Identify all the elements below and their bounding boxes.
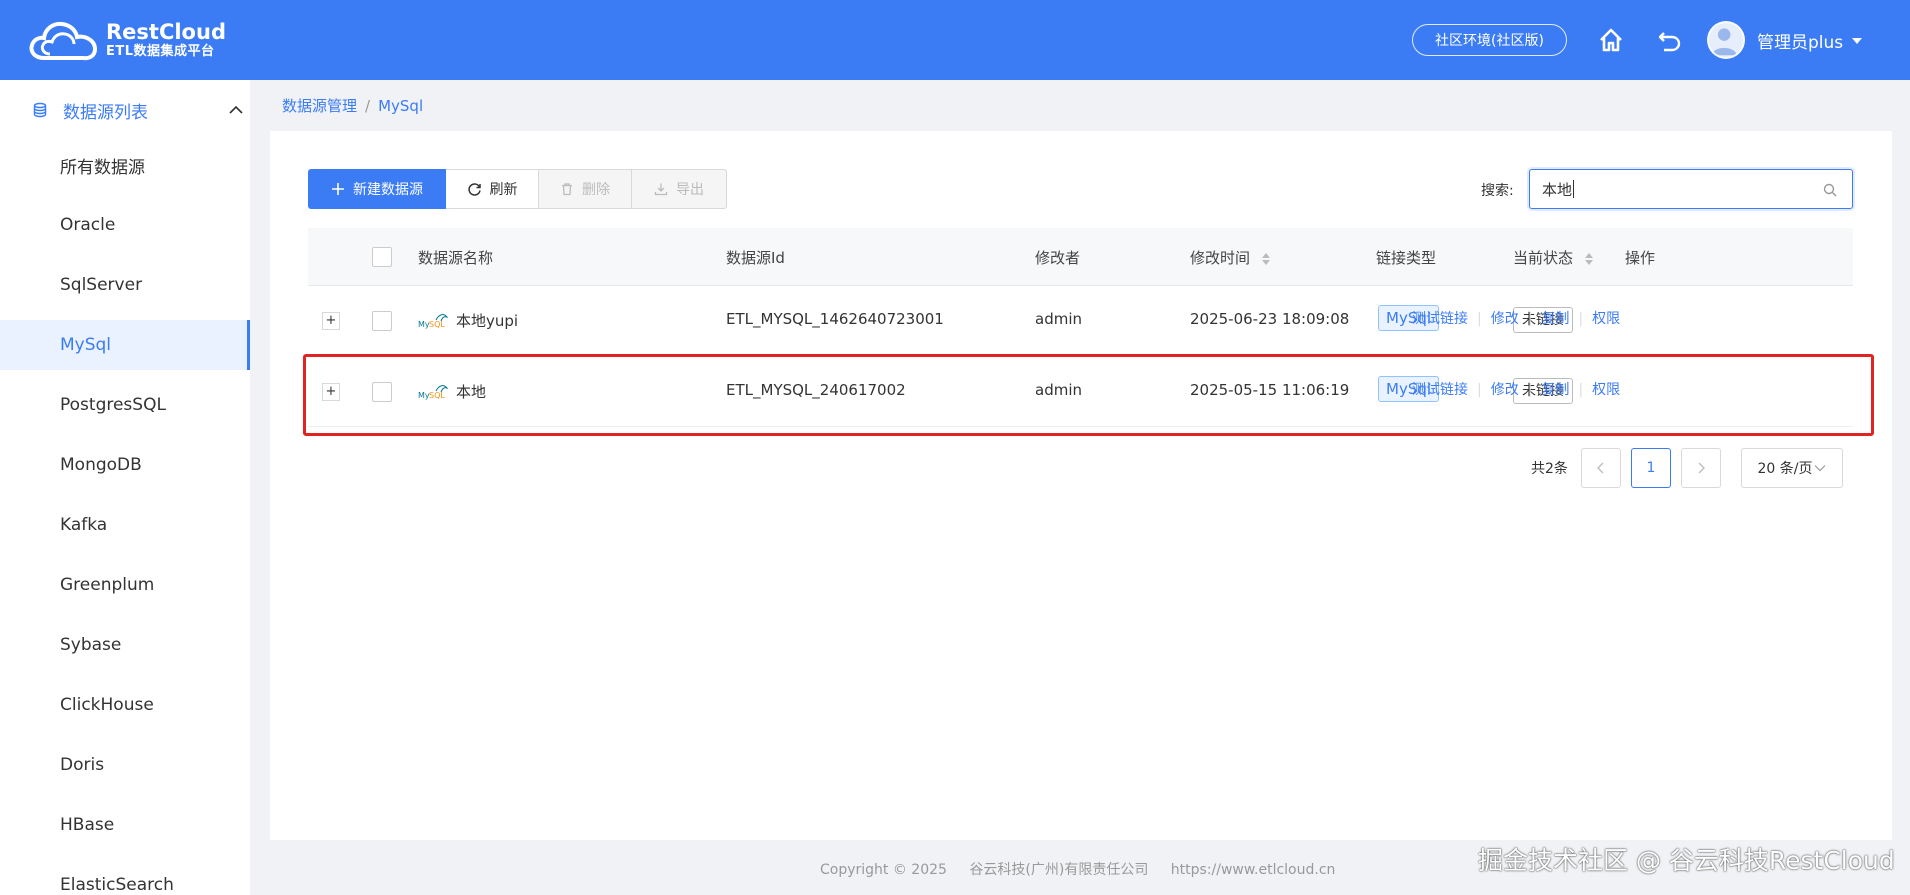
col-header-status[interactable]: 当前状态 — [1513, 247, 1594, 268]
sidebar-item-all[interactable]: 所有数据源 — [0, 140, 250, 190]
sidebar-item-clickhouse[interactable]: ClickHouse — [0, 680, 250, 730]
row-modified-time: 2025-06-23 18:09:08 — [1190, 310, 1350, 328]
row-actions: 测试链接 | 修改 | 复制 | 权限 — [1412, 311, 1621, 327]
sidebar-item-postgressql[interactable]: PostgresSQL — [0, 380, 250, 430]
user-avatar[interactable] — [1707, 21, 1745, 59]
sidebar-item-doris[interactable]: Doris — [0, 740, 250, 790]
highlight-annotation — [303, 354, 1874, 436]
refresh-button[interactable]: 刷新 — [446, 169, 539, 209]
download-icon — [654, 183, 668, 196]
plus-icon — [332, 183, 344, 195]
logo-title: RestCloud — [106, 20, 226, 44]
page-number[interactable]: 1 — [1631, 448, 1671, 488]
page-size-value: 20 条/页 — [1757, 461, 1813, 477]
table-row: + My SQL 本地yupi ETL_MYSQL_1462640723001 … — [308, 286, 1853, 356]
watermark: 掘金技术社区 @ 谷云科技RestCloud — [1478, 846, 1895, 875]
footer-url[interactable]: https://www.etlcloud.cn — [1171, 862, 1336, 878]
row-id: ETL_MYSQL_1462640723001 — [726, 310, 944, 328]
text-cursor — [1573, 180, 1575, 198]
delete-button[interactable]: 删除 — [539, 169, 632, 209]
sidebar-item-mysql[interactable]: MySql — [0, 320, 250, 370]
sidebar-item-mongodb[interactable]: MongoDB — [0, 440, 250, 490]
sort-icon[interactable] — [1261, 251, 1271, 267]
chevron-right-icon — [1698, 462, 1705, 474]
sidebar-item-hbase[interactable]: HBase — [0, 800, 250, 850]
sidebar-item-oracle[interactable]: Oracle — [0, 200, 250, 250]
app-logo[interactable]: RestCloud ETL数据集成平台 — [28, 16, 226, 64]
mysql-logo-icon: My SQL — [418, 314, 448, 329]
footer-company: 谷云科技(广州)有限责任公司 — [969, 862, 1149, 878]
undo-back-icon[interactable] — [1655, 26, 1683, 54]
breadcrumb-current: MySql — [378, 97, 424, 115]
database-icon — [33, 102, 47, 118]
export-button[interactable]: 导出 — [632, 169, 727, 209]
sidebar: 数据源列表 所有数据源 Oracle SqlServer MySql Postg… — [0, 80, 250, 895]
page-size-select[interactable]: 20 条/页 — [1741, 448, 1843, 488]
row-name[interactable]: 本地yupi — [456, 310, 518, 331]
logo-subtitle: ETL数据集成平台 — [106, 44, 215, 59]
breadcrumb-root[interactable]: 数据源管理 — [282, 97, 357, 115]
prev-page-button[interactable] — [1581, 448, 1621, 488]
test-connection-link[interactable]: 测试链接 — [1412, 311, 1468, 327]
home-icon[interactable] — [1597, 26, 1625, 54]
sidebar-item-sqlserver[interactable]: SqlServer — [0, 260, 250, 310]
refresh-label: 刷新 — [489, 182, 518, 198]
copy-link[interactable]: 复制 — [1541, 311, 1569, 327]
user-name-menu[interactable]: 管理员plus — [1757, 28, 1843, 53]
col-header-modified-time[interactable]: 修改时间 — [1190, 247, 1271, 268]
row-modifier: admin — [1035, 310, 1082, 328]
select-all-checkbox[interactable] — [372, 247, 392, 267]
breadcrumb: 数据源管理 / MySql — [282, 95, 423, 116]
search-label: 搜索: — [1481, 183, 1514, 199]
row-checkbox[interactable] — [372, 311, 392, 331]
col-header-link-type: 链接类型 — [1376, 249, 1437, 267]
col-header-id: 数据源Id — [726, 249, 785, 267]
table-header: 数据源名称 数据源Id 修改者 修改时间 链接类型 当前状态 操作 — [308, 228, 1853, 286]
trash-icon — [562, 183, 572, 196]
sidebar-item-kafka[interactable]: Kafka — [0, 500, 250, 550]
search-icon[interactable] — [1822, 182, 1838, 198]
export-label: 导出 — [676, 182, 704, 198]
sidebar-item-elasticsearch[interactable]: ElasticSearch — [0, 860, 250, 895]
col-header-modified-time-label: 修改时间 — [1190, 249, 1251, 267]
col-header-actions: 操作 — [1625, 249, 1656, 267]
delete-label: 删除 — [582, 182, 610, 198]
sidebar-group-datasources[interactable]: 数据源列表 — [0, 80, 250, 140]
footer-copyright: Copyright © 2025 — [820, 862, 947, 878]
top-header: RestCloud ETL数据集成平台 社区环境(社区版) 管理员plus — [0, 0, 1910, 80]
sidebar-item-sybase[interactable]: Sybase — [0, 620, 250, 670]
toolbar: 新建数据源 刷新 删除 导出 — [308, 169, 727, 209]
permission-link[interactable]: 权限 — [1592, 311, 1620, 327]
new-datasource-label: 新建数据源 — [353, 182, 423, 198]
pagination-total: 共2条 — [1531, 461, 1568, 477]
col-header-modifier: 修改者 — [1035, 249, 1081, 267]
edit-link[interactable]: 修改 — [1491, 311, 1519, 327]
caret-down-icon[interactable] — [1852, 38, 1862, 44]
chevron-down-icon — [1815, 465, 1826, 472]
sort-icon[interactable] — [1584, 251, 1594, 267]
chevron-left-icon — [1597, 462, 1604, 474]
chevron-up-icon[interactable] — [228, 102, 244, 118]
footer: Copyright © 2025 谷云科技(广州)有限责任公司 https://… — [820, 859, 1353, 879]
new-datasource-button[interactable]: 新建数据源 — [308, 169, 446, 209]
search-input[interactable]: 本地 — [1529, 169, 1853, 209]
refresh-icon — [467, 182, 481, 196]
search-input-value: 本地 — [1542, 180, 1573, 199]
next-page-button[interactable] — [1681, 448, 1721, 488]
col-header-status-label: 当前状态 — [1513, 249, 1574, 267]
sidebar-item-greenplum[interactable]: Greenplum — [0, 560, 250, 610]
col-header-name: 数据源名称 — [418, 249, 494, 267]
svg-text:SQL: SQL — [429, 320, 445, 329]
expand-row-button[interactable]: + — [322, 312, 340, 330]
sidebar-group-label: 数据源列表 — [63, 103, 148, 123]
environment-switch[interactable]: 社区环境(社区版) — [1412, 24, 1567, 56]
cloud-logo-icon — [29, 21, 98, 61]
breadcrumb-separator: / — [365, 97, 371, 115]
